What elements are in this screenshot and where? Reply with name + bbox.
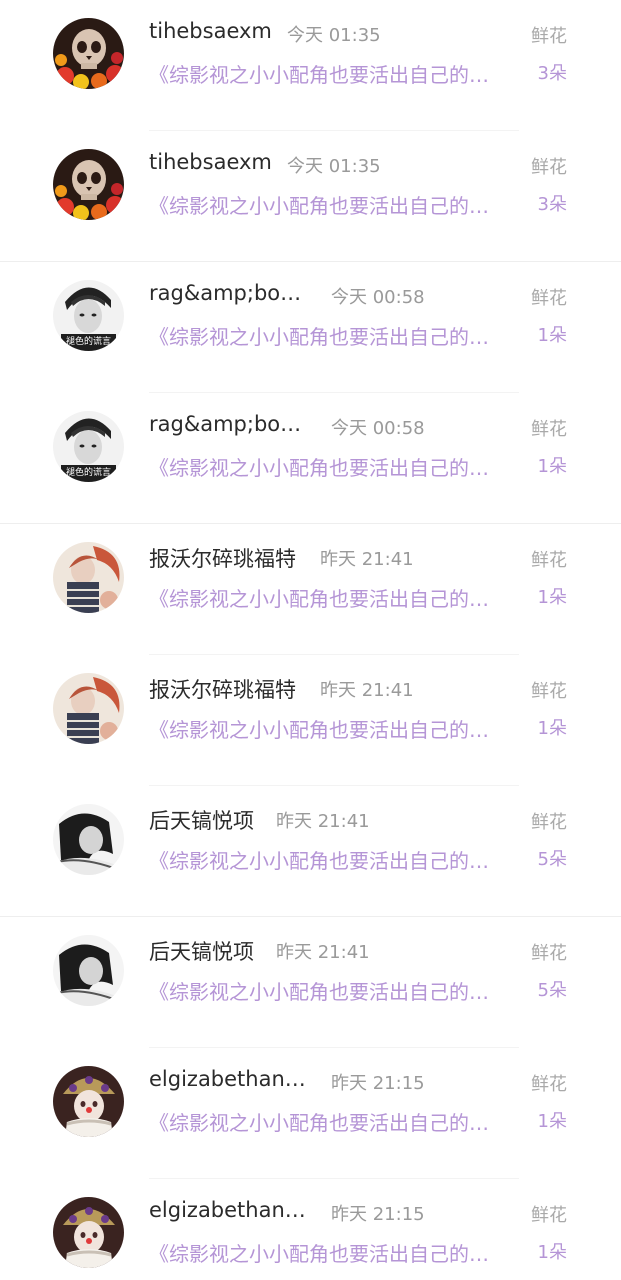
book-title-link[interactable]: 《综影视之小小配角也要活出自己的…	[149, 976, 519, 1005]
gift-time: 昨天 21:41	[320, 680, 414, 701]
gift-count: 1朵	[537, 718, 567, 739]
gift-count: 1朵	[537, 587, 567, 608]
gift-time: 昨天 21:41	[276, 811, 370, 832]
gift-count: 3朵	[537, 194, 567, 215]
gift-time: 今天 00:58	[331, 418, 425, 439]
bw-boy-avatar[interactable]: 褪色的谎言	[53, 411, 124, 482]
girl-pastel-avatar[interactable]	[53, 542, 124, 613]
gift-time: 昨天 21:41	[320, 549, 414, 570]
gift-type: 鲜花	[531, 26, 567, 47]
gift-count: 3朵	[537, 63, 567, 84]
list-item[interactable]: tihebsaexm 今天 01:35 《综影视之小小配角也要活出自己的… 鲜花…	[0, 0, 621, 131]
book-title-link[interactable]: 《综影视之小小配角也要活出自己的…	[149, 845, 519, 874]
gift-count: 5朵	[537, 849, 567, 870]
gift-time: 今天 00:58	[331, 287, 425, 308]
gift-count: 5朵	[537, 980, 567, 1001]
gift-count: 1朵	[537, 456, 567, 477]
sender-name[interactable]: rag&amp;bo…	[149, 412, 301, 436]
clown-avatar[interactable]	[53, 1197, 124, 1268]
list-item[interactable]: 褪色的谎言 rag&amp;bo… 今天 00:58 《综影视之小小配角也要活出…	[0, 393, 621, 524]
avatar-caption: 褪色的谎言	[66, 466, 111, 478]
book-title-link[interactable]: 《综影视之小小配角也要活出自己的…	[149, 583, 519, 612]
book-title-link[interactable]: 《综影视之小小配角也要活出自己的…	[149, 321, 519, 350]
gift-time: 今天 01:35	[287, 156, 381, 177]
gift-time: 昨天 21:15	[331, 1204, 425, 1225]
book-title-link[interactable]: 《综影视之小小配角也要活出自己的…	[149, 452, 519, 481]
sender-name[interactable]: tihebsaexm	[149, 150, 272, 174]
book-title-link[interactable]: 《综影视之小小配角也要活出自己的…	[149, 714, 519, 743]
gift-type: 鲜花	[531, 943, 567, 964]
bw-girl-avatar[interactable]	[53, 935, 124, 1006]
gift-type: 鲜花	[531, 812, 567, 833]
sender-name[interactable]: 后天镐悦项	[149, 805, 254, 835]
skull-flower-avatar[interactable]	[53, 149, 124, 220]
sender-name[interactable]: elgizabethan…	[149, 1067, 306, 1091]
girl-pastel-avatar[interactable]	[53, 673, 124, 744]
gift-type: 鲜花	[531, 681, 567, 702]
list-item[interactable]: tihebsaexm 今天 01:35 《综影视之小小配角也要活出自己的… 鲜花…	[0, 131, 621, 262]
list-item[interactable]: 褪色的谎言 rag&amp;bo… 今天 00:58 《综影视之小小配角也要活出…	[0, 262, 621, 393]
book-title-link[interactable]: 《综影视之小小配角也要活出自己的…	[149, 59, 519, 88]
sender-name[interactable]: 报沃尔碎珧福特	[149, 543, 296, 573]
gift-record-list: tihebsaexm 今天 01:35 《综影视之小小配角也要活出自己的… 鲜花…	[0, 0, 621, 1280]
gift-type: 鲜花	[531, 1205, 567, 1226]
sender-name[interactable]: tihebsaexm	[149, 19, 272, 43]
gift-type: 鲜花	[531, 288, 567, 309]
list-item[interactable]: 后天镐悦项 昨天 21:41 《综影视之小小配角也要活出自己的… 鲜花 5朵	[0, 917, 621, 1048]
sender-name[interactable]: 后天镐悦项	[149, 936, 254, 966]
sender-name[interactable]: rag&amp;bo…	[149, 281, 301, 305]
gift-time: 昨天 21:15	[331, 1073, 425, 1094]
list-item[interactable]: 报沃尔碎珧福特 昨天 21:41 《综影视之小小配角也要活出自己的… 鲜花 1朵	[0, 524, 621, 655]
gift-time: 今天 01:35	[287, 25, 381, 46]
list-item[interactable]: 后天镐悦项 昨天 21:41 《综影视之小小配角也要活出自己的… 鲜花 5朵	[0, 786, 621, 917]
book-title-link[interactable]: 《综影视之小小配角也要活出自己的…	[149, 190, 519, 219]
avatar-caption: 褪色的谎言	[66, 335, 111, 347]
gift-type: 鲜花	[531, 550, 567, 571]
list-item[interactable]: elgizabethan… 昨天 21:15 《综影视之小小配角也要活出自己的……	[0, 1179, 621, 1280]
gift-type: 鲜花	[531, 157, 567, 178]
list-item[interactable]: elgizabethan… 昨天 21:15 《综影视之小小配角也要活出自己的……	[0, 1048, 621, 1179]
gift-type: 鲜花	[531, 419, 567, 440]
bw-girl-avatar[interactable]	[53, 804, 124, 875]
bw-boy-avatar[interactable]: 褪色的谎言	[53, 280, 124, 351]
gift-count: 1朵	[537, 325, 567, 346]
sender-name[interactable]: elgizabethan…	[149, 1198, 306, 1222]
clown-avatar[interactable]	[53, 1066, 124, 1137]
list-item[interactable]: 报沃尔碎珧福特 昨天 21:41 《综影视之小小配角也要活出自己的… 鲜花 1朵	[0, 655, 621, 786]
book-title-link[interactable]: 《综影视之小小配角也要活出自己的…	[149, 1107, 519, 1136]
gift-count: 1朵	[537, 1242, 567, 1263]
gift-count: 1朵	[537, 1111, 567, 1132]
gift-type: 鲜花	[531, 1074, 567, 1095]
skull-flower-avatar[interactable]	[53, 18, 124, 89]
gift-time: 昨天 21:41	[276, 942, 370, 963]
sender-name[interactable]: 报沃尔碎珧福特	[149, 674, 296, 704]
book-title-link[interactable]: 《综影视之小小配角也要活出自己的…	[149, 1238, 519, 1267]
